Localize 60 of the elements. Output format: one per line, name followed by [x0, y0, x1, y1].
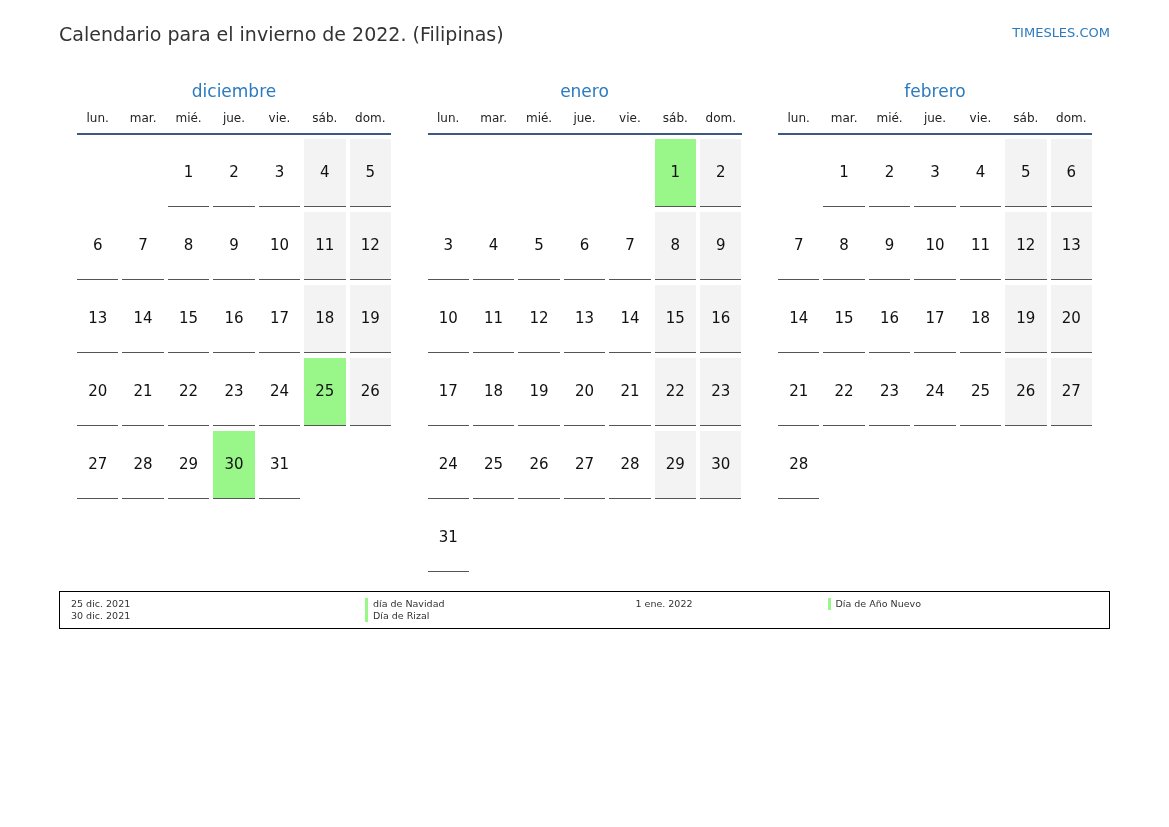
day-cell: 6 [1050, 138, 1092, 207]
weekday-label: mié. [875, 109, 904, 127]
day-cell: 2 [700, 138, 742, 207]
weekday-label: jue. [221, 109, 247, 127]
weekday-label: vie. [968, 109, 993, 127]
day-cell: 13 [1050, 211, 1092, 280]
day-cell: 22 [654, 357, 697, 426]
weekday-label: dom. [354, 109, 387, 127]
weekday-label: jue. [922, 109, 948, 127]
holiday-date: 30 dic. 2021 [71, 609, 132, 622]
weekday-label: mar. [128, 109, 158, 127]
day-cell: 19 [349, 284, 391, 353]
weekday-label: vie. [618, 109, 642, 127]
day-cell: 27 [1050, 357, 1092, 426]
day-cell: 5 [1005, 138, 1047, 207]
holiday-name: día de Navidad [373, 597, 445, 610]
day-cell: 30 [213, 430, 255, 499]
day-cell: 5 [349, 138, 391, 207]
day-cell: 26 [349, 357, 391, 426]
day-cell: 12 [1005, 211, 1047, 280]
day-cell: 20 [1050, 284, 1092, 353]
weekday-label: lun. [85, 109, 110, 127]
holiday-date: 1 ene. 2022 [635, 597, 694, 610]
weekday-label: sáb. [1012, 109, 1040, 127]
weekday-label: sáb. [661, 109, 689, 127]
day-cell: 29 [654, 430, 697, 499]
day-cell: 26 [1005, 357, 1047, 426]
holiday-marker [827, 597, 831, 610]
day-cell: 23 [700, 357, 742, 426]
holiday-date: 25 dic. 2021 [71, 597, 132, 610]
holiday-name: Día de Rizal [373, 609, 430, 622]
weekday-label: jue. [572, 109, 597, 127]
day-cell: 8 [654, 211, 697, 280]
weekday-label: lun. [786, 109, 811, 127]
day-cell: 4 [304, 138, 346, 207]
day-cell: 11 [304, 211, 346, 280]
day-cell: 19 [1005, 284, 1047, 353]
day-cell: 12 [349, 211, 391, 280]
weekday-label: lun. [436, 109, 461, 127]
day-cell: 25 [304, 357, 346, 426]
weekday-label: mar. [479, 109, 508, 127]
site-link[interactable]: TIMESLES.COM [1012, 23, 1110, 43]
day-cell: 9 [700, 211, 742, 280]
weekday-label: mié. [524, 109, 554, 127]
day-cell: 30 [700, 430, 742, 499]
weekday-label: mar. [829, 109, 859, 127]
weekday-label: mié. [174, 109, 203, 127]
day-cell: 15 [654, 284, 697, 353]
month-name: enero [559, 79, 610, 103]
weekday-label: vie. [267, 109, 292, 127]
weekday-label: dom. [1055, 109, 1088, 127]
month-name: diciembre [190, 79, 278, 103]
month-name: febrero [903, 79, 967, 103]
weekday-label: sáb. [311, 109, 339, 127]
page-title: Calendario para el invierno de 2022. (Filipinas) [59, 22, 504, 47]
weekday-label: dom. [704, 109, 737, 127]
day-cell: 16 [700, 284, 742, 353]
day-cell: 1 [654, 138, 697, 207]
holiday-name: Día de Año Nuevo [835, 597, 921, 610]
day-cell: 18 [304, 284, 346, 353]
